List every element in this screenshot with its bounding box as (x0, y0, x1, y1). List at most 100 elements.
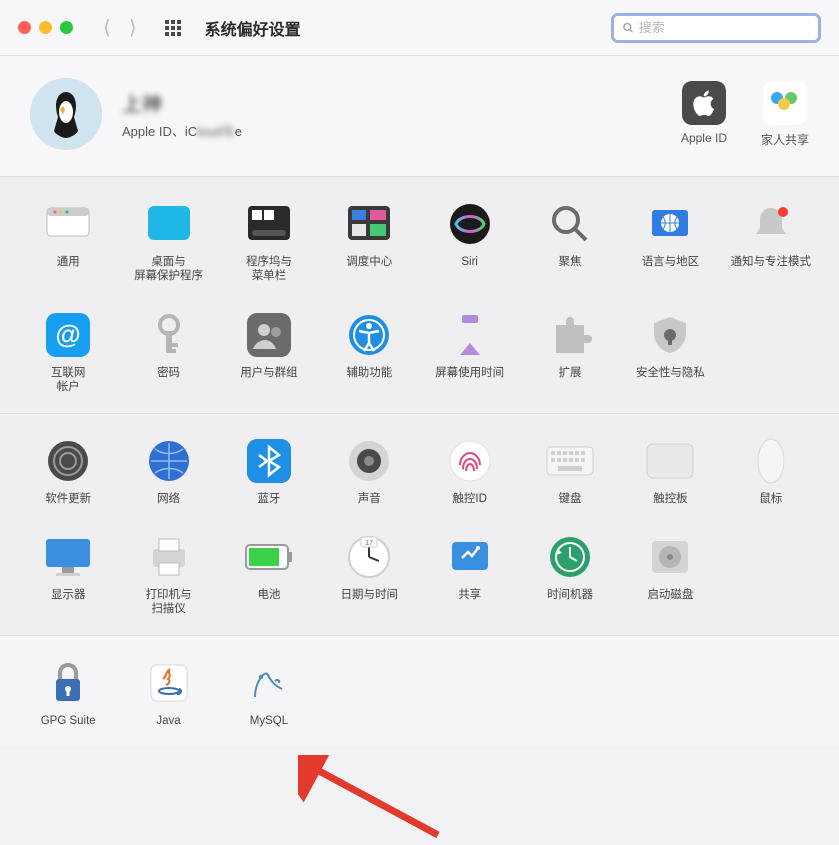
pref-pane-security[interactable]: 安全性与隐私 (620, 306, 720, 399)
account-subtitle: Apple ID、iCloud与e (122, 121, 681, 140)
pref-pane-label: 键盘 (559, 492, 582, 506)
pref-pane-general[interactable]: 通用 (18, 195, 118, 288)
apple-logo-icon (682, 81, 726, 125)
pref-pane-label: 安全性与隐私 (636, 366, 705, 380)
pref-pane-sound[interactable]: 声音 (319, 432, 419, 510)
pref-pane-passwords[interactable]: 密码 (118, 306, 218, 399)
pref-pane-label: 桌面与屏幕保护程序 (134, 255, 203, 284)
close-window-button[interactable] (18, 21, 31, 34)
show-all-grid-button[interactable] (165, 20, 181, 36)
pref-pane-label: 共享 (458, 588, 481, 602)
pref-pane-label: 触控ID (452, 492, 487, 506)
pref-pane-screen-time[interactable]: 屏幕使用时间 (420, 306, 520, 399)
search-input[interactable] (639, 20, 810, 35)
screen-time-icon (445, 310, 495, 360)
pref-pane-language[interactable]: 语言与地区 (620, 195, 720, 288)
pref-pane-date-time[interactable]: 17 日期与时间 (319, 528, 419, 621)
nav-arrows: ⟨ ⟩ (103, 15, 137, 40)
pref-pane-label: 互联网帐户 (51, 366, 86, 395)
pref-pane-users-groups[interactable]: 用户与群组 (219, 306, 319, 399)
pref-pane-label: 声音 (358, 492, 381, 506)
family-sharing-icon (763, 81, 807, 125)
pref-pane-siri[interactable]: Siri (420, 195, 520, 288)
pref-pane-mysql[interactable]: MySQL (219, 654, 319, 732)
pref-pane-battery[interactable]: 电池 (219, 528, 319, 621)
sound-icon (344, 436, 394, 486)
pref-pane-gpg-suite[interactable]: GPG Suite (18, 654, 118, 732)
window-title: 系统偏好设置 (205, 16, 301, 40)
general-icon (43, 199, 93, 249)
pref-pane-label: 程序坞与菜单栏 (246, 255, 292, 284)
language-icon (645, 199, 695, 249)
pref-pane-bluetooth[interactable]: 蓝牙 (219, 432, 319, 510)
pref-pane-software-update[interactable]: 软件更新 (18, 432, 118, 510)
pref-pane-accessibility[interactable]: 辅助功能 (319, 306, 419, 399)
software-update-icon (43, 436, 93, 486)
bluetooth-icon (244, 436, 294, 486)
touch-id-icon (445, 436, 495, 486)
pref-pane-printers[interactable]: 打印机与扫描仪 (118, 528, 218, 621)
nav-forward-button[interactable]: ⟩ (129, 15, 137, 40)
account-avatar[interactable] (30, 78, 102, 150)
internet-accounts-icon: @ (43, 310, 93, 360)
search-field[interactable] (611, 13, 821, 43)
pref-pane-label: 密码 (157, 366, 180, 380)
pref-pane-label: 时间机器 (547, 588, 593, 602)
apple-id-pane[interactable]: Apple ID (681, 81, 727, 148)
pref-pane-sharing[interactable]: 共享 (420, 528, 520, 621)
pref-pane-java[interactable]: Java (118, 654, 218, 732)
family-sharing-label: 家人共享 (761, 131, 809, 148)
pref-pane-mission-control[interactable]: 调度中心 (319, 195, 419, 288)
account-name: 上神 (122, 88, 681, 117)
mission-control-icon (344, 199, 394, 249)
gpg-suite-icon (43, 658, 93, 708)
pref-pane-label: 网络 (157, 492, 180, 506)
pref-section-0: 通用桌面与屏幕保护程序 程序坞与菜单栏 调度中心 Siri 聚焦 语言与地区通知与专注模式… (0, 176, 839, 413)
pref-pane-dock[interactable]: 程序坞与菜单栏 (219, 195, 319, 288)
pref-pane-extensions[interactable]: 扩展 (520, 306, 620, 399)
annotation-arrow (298, 755, 458, 845)
account-header: 上神 Apple ID、iCloud与e Apple ID 家人共享 (0, 56, 839, 176)
pref-pane-mouse[interactable]: 鼠标 (721, 432, 821, 510)
pref-pane-label: 蓝牙 (257, 492, 280, 506)
security-icon (645, 310, 695, 360)
pref-pane-startup-disk[interactable]: 启动磁盘 (620, 528, 720, 621)
pref-pane-network[interactable]: 网络 (118, 432, 218, 510)
pref-pane-label: 软件更新 (45, 492, 91, 506)
java-icon (144, 658, 194, 708)
traffic-lights (18, 21, 73, 34)
nav-back-button[interactable]: ⟨ (103, 15, 111, 40)
pref-pane-time-machine[interactable]: 时间机器 (520, 528, 620, 621)
pref-pane-keyboard[interactable]: 键盘 (520, 432, 620, 510)
mouse-icon (746, 436, 796, 486)
pref-pane-internet-accounts[interactable]: @ 互联网帐户 (18, 306, 118, 399)
network-icon (144, 436, 194, 486)
pref-pane-label: 通知与专注模式 (731, 255, 812, 269)
pref-section-1: 软件更新 网络 蓝牙 声音 触控ID 键盘 触控板鼠标显示器打印机与扫描仪电池 17 日期与时间… (0, 413, 839, 635)
pref-pane-trackpad[interactable]: 触控板 (620, 432, 720, 510)
pref-pane-spotlight[interactable]: 聚焦 (520, 195, 620, 288)
date-time-icon: 17 (344, 532, 394, 582)
pref-pane-label: GPG Suite (41, 714, 96, 728)
dock-icon (244, 199, 294, 249)
search-icon (622, 21, 635, 35)
pref-pane-label: 调度中心 (346, 255, 392, 269)
pref-pane-displays[interactable]: 显示器 (18, 528, 118, 621)
account-info: 上神 Apple ID、iCloud与e (122, 88, 681, 140)
pref-pane-desktop[interactable]: 桌面与屏幕保护程序 (118, 195, 218, 288)
pref-pane-label: 聚焦 (559, 255, 582, 269)
pref-pane-notifications[interactable]: 通知与专注模式 (721, 195, 821, 288)
pref-pane-label: Java (156, 714, 180, 728)
displays-icon (43, 532, 93, 582)
fullscreen-window-button[interactable] (60, 21, 73, 34)
pref-pane-label: 日期与时间 (341, 588, 399, 602)
users-groups-icon (244, 310, 294, 360)
keyboard-icon (545, 436, 595, 486)
pref-pane-touch-id[interactable]: 触控ID (420, 432, 520, 510)
pref-pane-label: 屏幕使用时间 (435, 366, 504, 380)
svg-text:17: 17 (365, 540, 373, 547)
mysql-icon (244, 658, 294, 708)
family-sharing-pane[interactable]: 家人共享 (761, 81, 809, 148)
minimize-window-button[interactable] (39, 21, 52, 34)
pref-pane-label: 启动磁盘 (647, 588, 693, 602)
